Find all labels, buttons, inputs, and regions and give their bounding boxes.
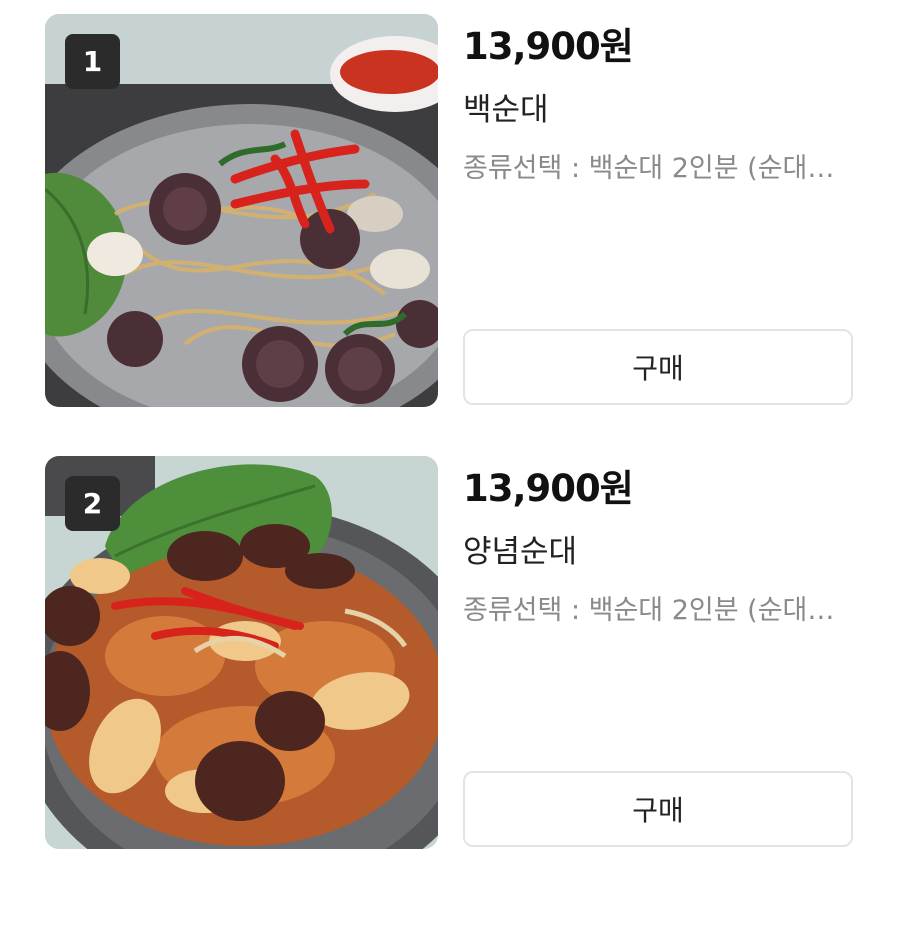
- product-option: 종류선택 : 백순대 2인분 (순대+야채+사리): [463, 595, 855, 626]
- product-name[interactable]: 양념순대: [463, 526, 577, 571]
- product-image-1[interactable]: 1: [45, 14, 438, 407]
- product-image-2[interactable]: 2: [45, 456, 438, 849]
- product-price: 13,900원: [463, 467, 634, 510]
- rank-badge: 1: [65, 34, 120, 89]
- buy-button[interactable]: 구매: [463, 771, 853, 847]
- product-name[interactable]: 백순대: [463, 84, 549, 129]
- product-option: 종류선택 : 백순대 2인분 (순대+야채+사리): [463, 153, 855, 184]
- product-price: 13,900원: [463, 25, 634, 68]
- product-card-1[interactable]: 1 13,900원 백순대 종류선택 : 백순대 2인분 (순대+야채+사리) …: [0, 14, 900, 409]
- product-card-2[interactable]: 2 13,900원 양념순대 종류선택 : 백순대 2인분 (순대+야채+사리)…: [0, 456, 900, 851]
- rank-badge: 2: [65, 476, 120, 531]
- buy-button[interactable]: 구매: [463, 329, 853, 405]
